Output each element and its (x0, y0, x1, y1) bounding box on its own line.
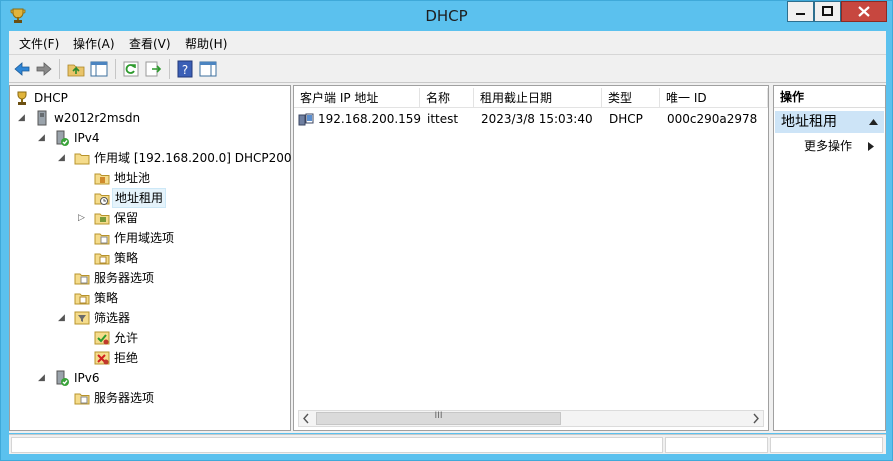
minimize-button[interactable] (787, 1, 814, 22)
svg-text:?: ? (182, 63, 188, 77)
dhcp-trophy-icon (17, 91, 27, 105)
mmc-client-area: DHCP ◢ w2012r2msdn ◢ IPv4 ◢ 作用域 [192.168… (9, 83, 886, 433)
status-bar (9, 434, 886, 454)
status-cell-tertiary (770, 437, 883, 453)
ipv6-server-check-icon (56, 370, 69, 386)
collapse-arrow-icon[interactable]: ◢ (38, 368, 48, 388)
refresh-icon[interactable] (121, 59, 141, 79)
cell-name: ittest (427, 112, 459, 126)
options-folder-icon (74, 393, 90, 405)
window-title: DHCP (425, 7, 468, 25)
submenu-arrow-icon (868, 142, 874, 151)
tree-label: 服务器选项 (94, 391, 155, 405)
scrollbar-thumb[interactable]: III (316, 411, 561, 425)
actions-section-label: 地址租用 (781, 114, 837, 130)
menu-bar: 文件(F) 操作(A) 查看(V) 帮助(H) (9, 31, 886, 55)
allow-check-icon (94, 331, 110, 345)
tree-label: IPv6 (74, 371, 100, 385)
scroll-right-arrow-icon[interactable] (750, 413, 761, 424)
actions-pane: 操作 地址租用 更多操作 (773, 85, 886, 431)
status-cell-secondary (665, 437, 768, 453)
folder-icon (74, 153, 90, 165)
lease-list-view: 客户端 IP 地址 名称 租用截止日期 类型 唯一 ID 192.168.200… (293, 85, 769, 431)
cell-unique-id: 000c290a2978 (667, 112, 758, 126)
forward-arrow-icon[interactable] (34, 59, 54, 79)
collapse-arrow-icon[interactable]: ◢ (18, 108, 28, 128)
scroll-left-arrow-icon[interactable] (301, 413, 312, 424)
actions-section-address-leases[interactable]: 地址租用 (775, 111, 884, 133)
menu-view[interactable]: 查看(V) (129, 35, 171, 52)
actions-pane-title: 操作 (774, 86, 885, 108)
cell-type: DHCP (609, 112, 643, 126)
export-list-icon[interactable] (143, 59, 163, 79)
maximize-icon (822, 6, 833, 16)
collapse-arrow-icon[interactable]: ◢ (38, 128, 48, 148)
title-bar[interactable]: DHCP (1, 1, 892, 31)
up-folder-icon[interactable] (66, 59, 86, 79)
status-cell-main (11, 437, 663, 453)
close-icon (858, 6, 870, 17)
column-header-unique-id[interactable]: 唯一 ID (660, 88, 768, 108)
menu-help[interactable]: 帮助(H) (185, 35, 227, 52)
column-header-lease-expiry[interactable]: 租用截止日期 (474, 88, 602, 108)
tree-label: 拒绝 (114, 351, 139, 365)
menu-action[interactable]: 操作(A) (73, 35, 115, 52)
filter-funnel-icon (74, 311, 90, 325)
column-header-type[interactable]: 类型 (602, 88, 660, 108)
tree-label: IPv4 (74, 131, 100, 145)
more-actions-item[interactable]: 更多操作 (804, 137, 874, 155)
console-tree: DHCP ◢ w2012r2msdn ◢ IPv4 ◢ 作用域 [192.168… (9, 85, 292, 431)
tree-label: 策略 (114, 251, 139, 265)
options-folder-icon (94, 233, 110, 245)
maximize-button[interactable] (814, 1, 841, 22)
tree-label: 保留 (114, 211, 139, 225)
ipv4-server-check-icon (56, 130, 69, 146)
tree-label: 地址池 (114, 171, 151, 185)
tree-label: 策略 (94, 291, 119, 305)
reservations-folder-icon (94, 213, 110, 225)
collapse-arrow-icon[interactable]: ◢ (58, 308, 68, 328)
deny-x-icon (94, 351, 110, 365)
tree-label: 服务器选项 (94, 271, 155, 285)
expand-arrow-icon[interactable]: ▷ (78, 208, 88, 228)
address-leases-clock-icon (94, 193, 110, 205)
tree-label: 地址租用 (112, 188, 167, 208)
tree-label: 筛选器 (94, 311, 131, 325)
table-row[interactable]: 192.168.200.159 ittest 2023/3/8 15:03:40… (298, 110, 764, 128)
tree-label: 作用域 [192.168.200.0] DHCP200 (94, 151, 292, 165)
column-header-name[interactable]: 名称 (420, 88, 474, 108)
address-pool-folder-icon (94, 173, 110, 185)
minimize-icon (796, 13, 805, 15)
tree-label: 允许 (114, 331, 139, 345)
tree-label: 作用域选项 (114, 231, 175, 245)
scrollbar-grip: III (434, 411, 443, 421)
help-icon[interactable]: ? (175, 59, 195, 79)
tree-label: DHCP (34, 91, 68, 105)
horizontal-scrollbar[interactable]: III (298, 410, 764, 427)
collapse-up-arrow-icon[interactable] (869, 119, 878, 125)
cell-client-ip: 192.168.200.159 (318, 112, 422, 126)
show-hide-action-pane-icon[interactable] (198, 59, 218, 79)
cell-lease-expiry: 2023/3/8 15:03:40 (481, 112, 593, 126)
column-header-client-ip[interactable]: 客户端 IP 地址 (294, 88, 420, 108)
policy-folder-icon (94, 253, 110, 265)
lease-client-icon (298, 113, 314, 126)
more-actions-label: 更多操作 (804, 139, 853, 153)
dhcp-window: DHCP 文件(F) 操作(A) 查看(V) 帮助(H) ? DHCP ◢ w2… (0, 0, 893, 461)
toolbar: ? (9, 55, 886, 83)
collapse-arrow-icon[interactable]: ◢ (58, 148, 68, 168)
tree-label: w2012r2msdn (54, 111, 141, 125)
menu-file[interactable]: 文件(F) (19, 35, 59, 52)
options-folder-icon (74, 273, 90, 285)
back-arrow-icon[interactable] (12, 59, 32, 79)
close-button[interactable] (841, 1, 887, 22)
server-icon (37, 110, 47, 126)
show-hide-console-tree-icon[interactable] (89, 59, 109, 79)
policy-folder-icon (74, 293, 90, 305)
